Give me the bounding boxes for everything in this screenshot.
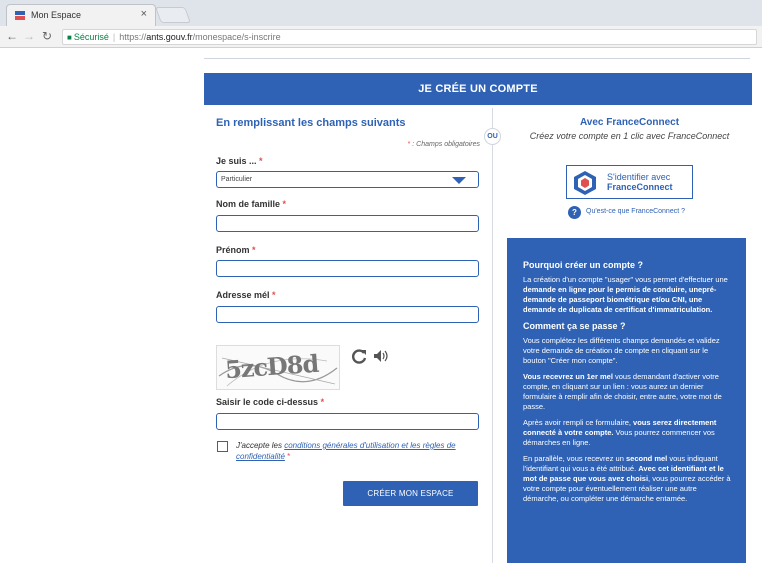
url-host: ants.gouv.fr — [146, 32, 193, 42]
info-paragraph: Après avoir rempli ce formulaire, vous s… — [523, 418, 717, 447]
franceconnect-button[interactable]: S'identifier avec FranceConnect — [566, 165, 693, 199]
je-suis-value: Particulier — [221, 176, 253, 183]
nom-input[interactable] — [216, 215, 479, 232]
info-heading-why: Pourquoi créer un compte ? — [523, 260, 644, 270]
info-heading-how: Comment ça se passe ? — [523, 321, 626, 331]
tab-close-icon[interactable]: × — [141, 8, 147, 20]
je-suis-label: Je suis ... * — [216, 156, 263, 166]
secure-label: Sécurisé — [73, 32, 109, 42]
ants-favicon-icon — [15, 11, 25, 20]
tab-title: Mon Espace — [31, 10, 82, 20]
create-account-button[interactable]: CRÉER MON ESPACE — [343, 481, 478, 506]
terms-label: J'accepte les conditions générales d'uti… — [236, 441, 456, 461]
new-tab-button[interactable] — [155, 7, 191, 23]
or-separator: OU — [484, 128, 501, 145]
url-scheme: https:// — [119, 32, 147, 42]
reload-icon[interactable]: ↻ — [42, 29, 52, 43]
terms-checkbox[interactable] — [217, 441, 228, 452]
info-paragraph: Vous recevrez un 1er mel vous demandant … — [523, 372, 722, 411]
captcha-image: 5zcD8d — [216, 345, 340, 390]
mandatory-note: * : Champs obligatoires — [407, 141, 480, 148]
franceconnect-button-label: S'identifier avec FranceConnect — [607, 172, 673, 192]
url-field[interactable]: ■ Sécurisé | https://ants.gouv.fr/monespace… — [62, 29, 757, 45]
browser-tab-bar: Mon Espace × — [0, 0, 762, 26]
franceconnect-title: Avec FranceConnect — [579, 117, 680, 128]
browser-tab[interactable]: Mon Espace × — [6, 4, 156, 26]
page-top-divider — [204, 58, 750, 59]
info-paragraph: La création d'un compte "usager" vous pe… — [523, 275, 728, 314]
franceconnect-subtitle: Créez votre compte en 1 clic avec France… — [529, 131, 730, 141]
back-arrow-icon[interactable]: ← — [6, 29, 18, 43]
je-suis-select[interactable]: Particulier — [216, 171, 479, 188]
captcha-input[interactable] — [216, 413, 479, 430]
column-divider — [492, 108, 493, 563]
page-title: JE CRÉE UN COMPTE — [204, 73, 752, 105]
help-icon[interactable]: ? — [568, 206, 581, 219]
nom-label: Nom de famille * — [216, 199, 287, 209]
speaker-icon[interactable] — [373, 349, 390, 363]
email-input[interactable] — [216, 306, 479, 323]
forward-arrow-icon[interactable]: → — [23, 29, 35, 43]
prenom-label: Prénom * — [216, 245, 256, 255]
browser-toolbar: ← → ↻ ■ Sécurisé | https://ants.gouv.fr/mon… — [0, 26, 762, 48]
info-panel: Pourquoi créer un compte ? La création d… — [507, 238, 746, 563]
prenom-input[interactable] — [216, 260, 479, 277]
captcha-label: Saisir le code ci-dessus * — [216, 397, 325, 407]
franceconnect-help-link[interactable]: Qu'est-ce que FranceConnect ? — [586, 208, 685, 215]
lock-icon: ■ — [67, 33, 72, 42]
info-paragraph: Vous complétez les différents champs dem… — [523, 336, 720, 365]
chevron-down-icon — [452, 177, 466, 184]
form-section-title: En remplissant les champs suivants — [216, 117, 406, 129]
email-label: Adresse mél * — [216, 290, 276, 300]
refresh-icon[interactable] — [351, 348, 367, 364]
url-path: /monespace/s-inscrire — [192, 32, 281, 42]
info-paragraph: En parallèle, vous recevrez un second me… — [523, 454, 731, 503]
franceconnect-logo-icon — [574, 171, 596, 195]
